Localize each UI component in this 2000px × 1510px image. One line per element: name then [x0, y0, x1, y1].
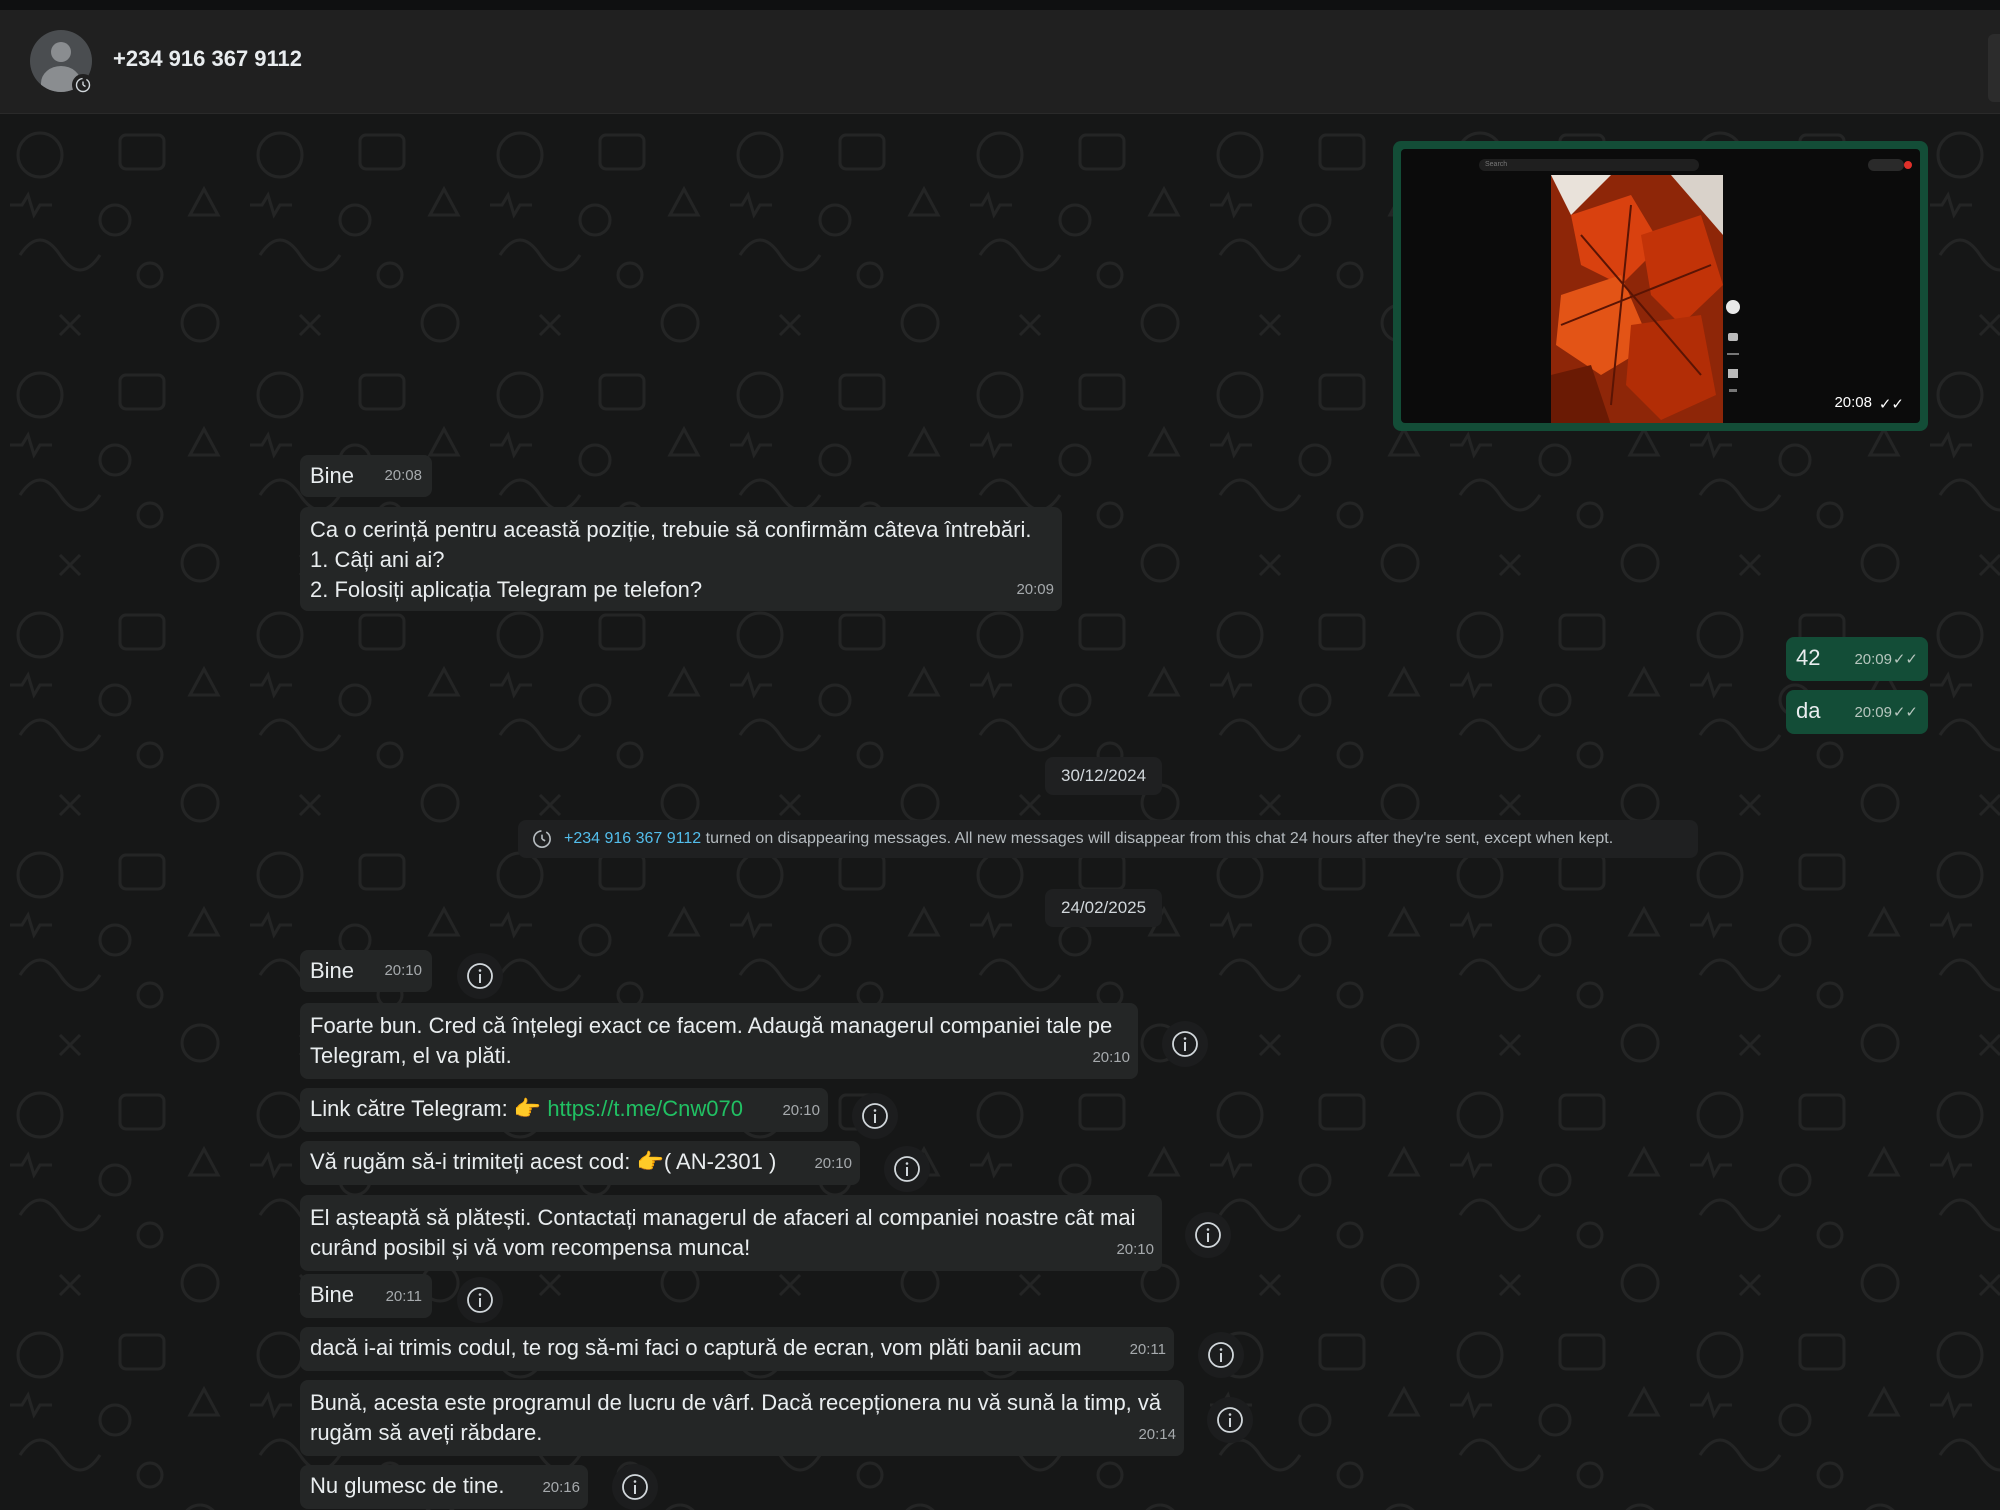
date-divider: 30/12/2024	[1045, 757, 1163, 795]
avatar-head	[51, 42, 71, 62]
message-line: 2. Folosiți aplicația Telegram pe telefo…	[310, 577, 703, 602]
message-line: curând posibil și vă vom recompensa munc…	[310, 1235, 751, 1260]
media-time: 20:08	[1834, 394, 1872, 411]
system-notice: +234 916 367 9112 turned on disappearing…	[518, 820, 1698, 858]
media-mini-searchbar: Search	[1479, 159, 1699, 171]
disappearing-timer-icon	[533, 830, 551, 848]
message-text: Nu glumesc de tine.	[310, 1473, 505, 1498]
read-ticks-icon: ✓✓	[1892, 704, 1918, 721]
message-time: 20:10	[814, 1155, 852, 1172]
message-time: 20:09	[1016, 581, 1054, 598]
system-contact-name[interactable]: +234 916 367 9112	[564, 830, 701, 847]
info-icon[interactable]	[1185, 1212, 1231, 1258]
message-time: 20:10	[384, 962, 422, 979]
message-line: Bună, acesta este programul de lucru de …	[310, 1390, 1162, 1415]
window-top-strip	[0, 0, 2000, 10]
message-time: 20:09	[1854, 651, 1892, 668]
message-text: Bine	[310, 958, 355, 983]
chat-header: +234 916 367 9112	[0, 10, 2000, 114]
media-top-right-buttons	[1868, 159, 1904, 171]
message-time: 20:11	[1129, 1341, 1166, 1358]
message-time: 20:10	[1092, 1049, 1130, 1066]
telegram-link[interactable]: https://t.me/Cnw070	[547, 1096, 743, 1121]
media-red-dot	[1904, 161, 1912, 169]
info-icon[interactable]	[457, 1277, 503, 1323]
incoming-message[interactable]: Ca o cerință pentru această poziție, tre…	[300, 507, 1062, 611]
incoming-message[interactable]: Vă rugăm să-i trimiteți acest cod: 👉( AN…	[300, 1141, 860, 1185]
incoming-message[interactable]: Bună, acesta este programul de lucru de …	[300, 1380, 1184, 1456]
message-time: 20:10	[1116, 1241, 1154, 1258]
info-icon[interactable]	[884, 1146, 930, 1192]
media-read-ticks: ✓✓	[1878, 396, 1904, 413]
outgoing-message[interactable]: da 20:09 ✓✓	[1786, 690, 1928, 734]
incoming-message[interactable]: El așteaptă să plătești. Contactați mana…	[300, 1195, 1162, 1271]
message-line: rugăm să aveți răbdare.	[310, 1420, 543, 1445]
disappearing-timer-icon	[72, 74, 94, 96]
incoming-message[interactable]: Bine 20:10	[300, 950, 432, 992]
message-line: 1. Câți ani ai?	[310, 547, 445, 572]
message-text: Bine	[310, 463, 355, 488]
incoming-message[interactable]: dacă i-ai trimis codul, te rog să-mi fac…	[300, 1327, 1174, 1371]
message-text: Link către Telegram: 👉	[310, 1096, 548, 1121]
media-preview[interactable]: Search 20:08 ✓✓	[1401, 149, 1920, 423]
info-icon[interactable]	[852, 1093, 898, 1139]
incoming-message[interactable]: Link către Telegram: 👉 https://t.me/Cnw0…	[300, 1088, 828, 1132]
message-text: 42	[1796, 645, 1821, 670]
message-text: dacă i-ai trimis codul, te rog să-mi fac…	[310, 1335, 1082, 1360]
media-side-icons	[1726, 300, 1740, 392]
message-text: da	[1796, 698, 1821, 723]
outgoing-media-message[interactable]: Search 20:08 ✓✓	[1393, 141, 1928, 431]
read-ticks-icon: ✓✓	[1892, 651, 1918, 668]
incoming-message[interactable]: Bine 20:11	[300, 1274, 432, 1318]
info-icon[interactable]	[457, 953, 503, 999]
message-line: Foarte bun. Cred că înțelegi exact ce fa…	[310, 1013, 1113, 1038]
message-line: El așteaptă să plătești. Contactați mana…	[310, 1205, 1136, 1230]
chat-area[interactable]: Search 20:08 ✓✓ Bine 20:08 Ca o cerință …	[0, 115, 2000, 1510]
incoming-message[interactable]: Foarte bun. Cred că înțelegi exact ce fa…	[300, 1003, 1138, 1079]
message-line: Ca o cerință pentru această poziție, tre…	[310, 517, 1032, 542]
incoming-message[interactable]: Nu glumesc de tine. 20:16	[300, 1465, 588, 1509]
date-divider: 24/02/2025	[1045, 889, 1163, 927]
message-time: 20:14	[1138, 1426, 1176, 1443]
message-text: Vă rugăm să-i trimiteți acest cod: 👉( AN…	[310, 1149, 777, 1174]
info-icon[interactable]	[612, 1464, 658, 1510]
message-line: Telegram, el va plăti.	[310, 1043, 512, 1068]
message-time: 20:16	[542, 1479, 580, 1496]
message-time: 20:11	[385, 1288, 422, 1305]
incoming-message[interactable]: Bine 20:08	[300, 455, 432, 497]
message-time: 20:09	[1854, 704, 1892, 721]
info-icon[interactable]	[1207, 1397, 1253, 1443]
header-side-tab	[1988, 34, 2000, 102]
message-time: 20:10	[782, 1102, 820, 1119]
message-time: 20:08	[384, 467, 422, 484]
info-icon[interactable]	[1198, 1332, 1244, 1378]
message-text: Bine	[310, 1282, 355, 1307]
system-text: turned on disappearing messages. All new…	[701, 830, 1614, 847]
autumn-leaves-image	[1551, 175, 1723, 423]
info-icon[interactable]	[1162, 1021, 1208, 1067]
media-mini-search-text: Search	[1485, 161, 1508, 168]
outgoing-message[interactable]: 42 20:09 ✓✓	[1786, 637, 1928, 681]
contact-name[interactable]: +234 916 367 9112	[113, 46, 302, 72]
